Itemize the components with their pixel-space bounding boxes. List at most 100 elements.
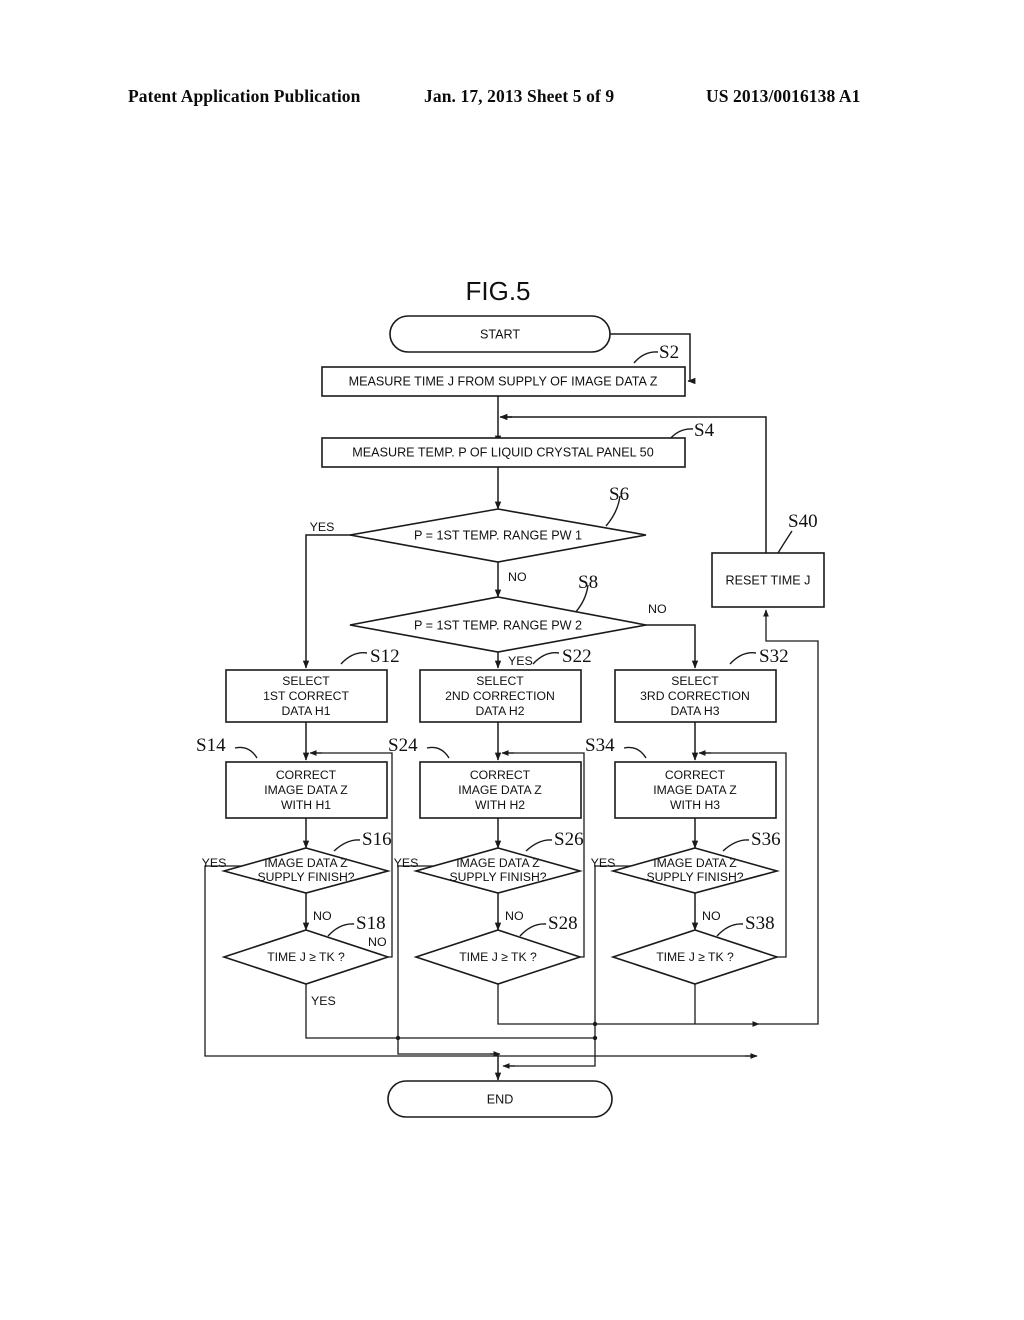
label-s8-no: NO: [648, 602, 667, 616]
s26-line2: SUPPLY FINISH?: [449, 870, 546, 884]
figure-5-flowchart: FIG.5 START MEASURE TIME J FROM SUPPLY O…: [0, 0, 1024, 1320]
leader-s34: [623, 746, 647, 759]
leader-s12: [340, 652, 368, 665]
leader-s26: [525, 839, 553, 852]
label-s16-yes: YES: [202, 856, 227, 870]
step-number-s18: S18: [356, 913, 386, 934]
step-number-s32: S32: [759, 646, 789, 667]
label-s26-no: NO: [505, 909, 524, 923]
label-s16-no: NO: [313, 909, 332, 923]
s34-line1: CORRECT: [665, 768, 726, 782]
step-number-s26: S26: [554, 829, 584, 850]
node-s26: IMAGE DATA Z SUPPLY FINISH?: [412, 847, 584, 894]
step-number-s40: S40: [788, 511, 818, 532]
s24-line3: WITH H2: [475, 798, 525, 812]
s36-line2: SUPPLY FINISH?: [646, 870, 743, 884]
label-s26-yes: YES: [394, 856, 419, 870]
s2-label: MEASURE TIME J FROM SUPPLY OF IMAGE DATA…: [349, 374, 658, 388]
node-s38: TIME J ≥ TK ?: [610, 929, 780, 985]
s12-line1: SELECT: [282, 674, 330, 688]
node-s18: TIME J ≥ TK ?: [221, 929, 391, 985]
s22-line2: 2ND CORRECTION: [445, 689, 555, 703]
node-s16: IMAGE DATA Z SUPPLY FINISH?: [220, 847, 392, 894]
edge-col2-to-end: [397, 1038, 498, 1055]
s18-label: TIME J ≥ TK ?: [267, 950, 345, 964]
junction-dot-col3: [592, 1035, 598, 1041]
s14-line1: CORRECT: [276, 768, 337, 782]
node-s22: SELECT 2ND CORRECTION DATA H2: [419, 669, 582, 723]
leader-s14: [234, 746, 258, 759]
leader-s18: [327, 923, 355, 937]
s22-line3: DATA H2: [476, 704, 525, 718]
node-end: END: [387, 1080, 613, 1118]
step-number-s2: S2: [659, 342, 679, 363]
node-s28: TIME J ≥ TK ?: [413, 929, 583, 985]
label-s8-yes: YES: [508, 654, 533, 668]
s32-line3: DATA H3: [671, 704, 720, 718]
step-number-s22: S22: [562, 646, 592, 667]
step-number-s34: S34: [585, 735, 615, 756]
end-label: END: [487, 1092, 514, 1106]
node-s2: MEASURE TIME J FROM SUPPLY OF IMAGE DATA…: [321, 366, 686, 397]
s24-line2: IMAGE DATA Z: [458, 783, 542, 797]
node-s40: RESET TIME J: [711, 552, 825, 608]
node-s24: CORRECT IMAGE DATA Z WITH H2: [419, 761, 582, 819]
s8-label: P = 1ST TEMP. RANGE PW 2: [414, 618, 582, 632]
step-number-s4: S4: [694, 420, 715, 441]
s40-label: RESET TIME J: [726, 573, 811, 587]
junction-dot-right: [592, 1021, 598, 1027]
start-label: START: [480, 327, 520, 341]
step-number-s16: S16: [362, 829, 392, 850]
s4-label: MEASURE TEMP. P OF LIQUID CRYSTAL PANEL …: [352, 445, 653, 459]
s12-line3: DATA H1: [282, 704, 331, 718]
leader-s36: [722, 839, 750, 852]
node-start: START: [389, 315, 611, 353]
label-s36-yes: YES: [591, 856, 616, 870]
edge-s18-yes-bus: [305, 984, 595, 1039]
leader-s32: [729, 652, 757, 665]
node-s8: P = 1ST TEMP. RANGE PW 2: [349, 596, 647, 653]
step-number-s8: S8: [578, 572, 598, 593]
figure-title: FIG.5: [465, 276, 530, 306]
label-s6-no: NO: [508, 570, 527, 584]
s38-label: TIME J ≥ TK ?: [656, 950, 734, 964]
step-number-s14: S14: [196, 735, 226, 756]
edge-s8-no-to-s32: [630, 624, 699, 669]
node-s4: MEASURE TEMP. P OF LIQUID CRYSTAL PANEL …: [321, 437, 686, 468]
s16-line1: IMAGE DATA Z: [264, 856, 348, 870]
label-s18-yes: YES: [311, 994, 336, 1008]
s12-line2: 1ST CORRECT: [263, 689, 349, 703]
edge-col3-to-end: [505, 1038, 596, 1067]
leader-s40: [777, 530, 793, 554]
node-s6: P = 1ST TEMP. RANGE PW 1: [349, 508, 647, 563]
s14-line2: IMAGE DATA Z: [264, 783, 348, 797]
node-s12: SELECT 1ST CORRECT DATA H1: [225, 669, 388, 723]
s6-label: P = 1ST TEMP. RANGE PW 1: [414, 528, 582, 542]
step-number-s28: S28: [548, 913, 578, 934]
step-number-s12: S12: [370, 646, 400, 667]
junction-dot-col2: [395, 1035, 401, 1041]
s16-line2: SUPPLY FINISH?: [257, 870, 354, 884]
s36-line1: IMAGE DATA Z: [653, 856, 737, 870]
leader-s2: [633, 351, 659, 364]
s28-label: TIME J ≥ TK ?: [459, 950, 537, 964]
edge-s28-yes-to-right-bus: [497, 984, 760, 1027]
s22-line1: SELECT: [476, 674, 524, 688]
patent-page: Patent Application Publication Jan. 17, …: [0, 0, 1024, 1320]
leader-s16: [333, 839, 361, 852]
node-s14: CORRECT IMAGE DATA Z WITH H1: [225, 761, 388, 819]
leader-s28: [519, 923, 547, 937]
leader-s38: [716, 923, 744, 937]
s32-line1: SELECT: [671, 674, 719, 688]
node-s36: IMAGE DATA Z SUPPLY FINISH?: [609, 847, 781, 894]
step-number-s38: S38: [745, 913, 775, 934]
s34-line3: WITH H3: [670, 798, 720, 812]
node-s34: CORRECT IMAGE DATA Z WITH H3: [614, 761, 777, 819]
s24-line1: CORRECT: [470, 768, 531, 782]
s26-line1: IMAGE DATA Z: [456, 856, 540, 870]
leader-s22: [532, 652, 560, 665]
node-s32: SELECT 3RD CORRECTION DATA H3: [614, 669, 777, 723]
label-s18-no: NO: [368, 935, 387, 949]
label-s36-no: NO: [702, 909, 721, 923]
s32-line2: 3RD CORRECTION: [640, 689, 750, 703]
